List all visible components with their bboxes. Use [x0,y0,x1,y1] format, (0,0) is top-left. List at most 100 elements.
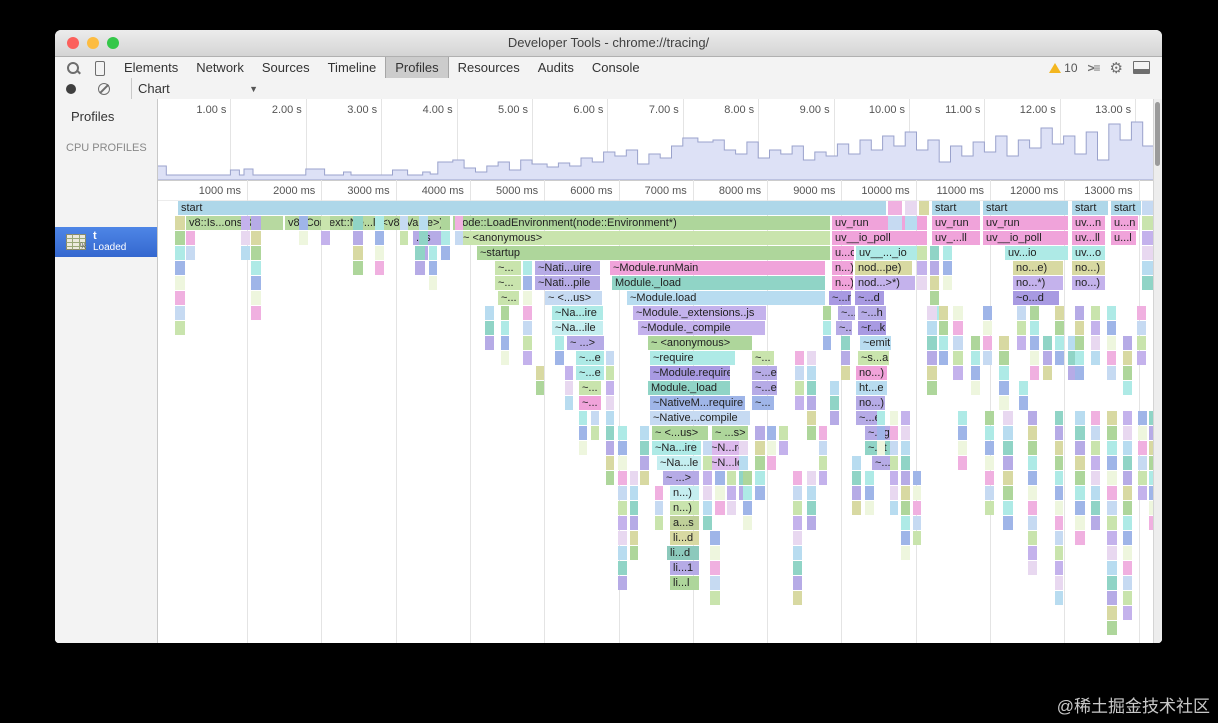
flame-cell[interactable] [1003,456,1013,470]
flame-cell[interactable] [1055,486,1063,500]
flame-cell[interactable] [175,306,185,320]
flame-cell[interactable] [1030,321,1039,335]
flame-cell[interactable] [841,336,850,350]
flame-bar[interactable]: start [932,201,980,215]
flame-cell[interactable] [767,426,776,440]
flame-cell[interactable] [1107,411,1117,425]
flame-cell[interactable] [1055,576,1063,590]
flame-cell[interactable] [939,306,948,320]
flame-bar[interactable]: ~Nati...pile [535,276,600,290]
flame-cell[interactable] [618,516,627,530]
flame-cell[interactable] [565,396,573,410]
flame-cell[interactable] [251,231,261,245]
flame-cell[interactable] [523,321,532,335]
flame-cell[interactable] [1028,456,1037,470]
flame-cell[interactable] [1091,456,1100,470]
flame-cell[interactable] [501,351,509,365]
flame-cell[interactable] [1075,411,1085,425]
flame-cell[interactable] [727,471,736,485]
flame-cell[interactable] [807,381,816,395]
flame-cell[interactable] [591,411,599,425]
flame-cell[interactable] [419,216,428,230]
flame-bar[interactable]: ~...e [752,366,777,380]
flame-bar[interactable]: ~require [650,351,735,365]
flame-cell[interactable] [819,441,827,455]
flame-cell[interactable] [175,246,185,260]
flame-cell[interactable] [710,531,720,545]
flame-cell[interactable] [767,441,776,455]
flame-cell[interactable] [1123,606,1132,620]
flame-cell[interactable] [1138,411,1147,425]
flame-cell[interactable] [1075,501,1085,515]
flame-cell[interactable] [1107,426,1117,440]
flame-bar[interactable]: nod...>*) [855,276,915,290]
flame-cell[interactable] [755,486,765,500]
flame-cell[interactable] [901,531,910,545]
flame-cell[interactable] [441,246,450,260]
flame-bar[interactable]: ~s...a [858,351,889,365]
flame-cell[interactable] [917,276,927,290]
flame-cell[interactable] [1091,351,1100,365]
flame-bar[interactable]: ~Nati...uire [535,261,600,275]
flame-cell[interactable] [927,366,937,380]
tab-audits[interactable]: Audits [529,57,583,78]
flame-cell[interactable] [755,426,765,440]
tab-elements[interactable]: Elements [115,57,187,78]
flame-cell[interactable] [1123,516,1132,530]
flame-bar[interactable]: uv...o [1072,246,1105,260]
flame-cell[interactable] [755,456,765,470]
flame-cell[interactable] [703,501,712,515]
flame-cell[interactable] [927,381,937,395]
flame-bar[interactable]: start [983,201,1068,215]
flame-cell[interactable] [999,351,1009,365]
flame-cell[interactable] [971,366,980,380]
flame-bar[interactable]: uv_run [932,216,980,230]
flame-cell[interactable] [618,561,627,575]
flame-cell[interactable] [999,366,1009,380]
flame-cell[interactable] [1003,411,1013,425]
flame-cell[interactable] [715,486,725,500]
flame-cell[interactable] [1055,306,1064,320]
flame-cell[interactable] [985,486,994,500]
flame-bar[interactable]: ~...e [752,381,777,395]
flame-cell[interactable] [877,441,885,455]
flame-cell[interactable] [606,471,614,485]
flame-cell[interactable] [1075,516,1085,530]
flame-cell[interactable] [606,381,614,395]
flame-cell[interactable] [1138,456,1147,470]
flame-cell[interactable] [501,306,509,320]
flame-cell[interactable] [175,321,185,335]
flame-bar[interactable]: start [178,201,886,215]
flame-cell[interactable] [1003,486,1013,500]
flame-bar[interactable]: uv...n [1072,216,1105,230]
flame-cell[interactable] [175,216,185,230]
flame-bar[interactable]: no...e) [1013,261,1063,275]
flame-bar[interactable]: ~...d [855,291,884,305]
flame-cell[interactable] [865,471,874,485]
flame-cell[interactable] [186,246,195,260]
flame-cell[interactable] [1091,336,1100,350]
flame-cell[interactable] [1091,321,1100,335]
flame-cell[interactable] [523,246,532,260]
flame-cell[interactable] [985,426,994,440]
flame-cell[interactable] [930,276,939,290]
flame-cell[interactable] [186,231,195,245]
flame-bar[interactable]: no...) [1072,261,1105,275]
flame-cell[interactable] [1055,516,1063,530]
flame-cell[interactable] [1017,321,1026,335]
flame-cell[interactable] [1091,471,1100,485]
flame-bar[interactable]: u...o [832,246,854,260]
flame-cell[interactable] [901,456,910,470]
flame-bar[interactable]: ~... [579,396,601,410]
flame-cell[interactable] [565,381,573,395]
flame-cell[interactable] [983,351,992,365]
flame-bar[interactable]: Module._load [612,276,825,290]
flame-cell[interactable] [841,351,850,365]
flame-cell[interactable] [930,246,939,260]
flame-cell[interactable] [739,441,748,455]
flame-cell[interactable] [353,261,363,275]
flame-cell[interactable] [1107,546,1117,560]
flame-cell[interactable] [1017,336,1026,350]
flame-bar[interactable]: n...) [670,486,699,500]
flame-cell[interactable] [819,471,827,485]
